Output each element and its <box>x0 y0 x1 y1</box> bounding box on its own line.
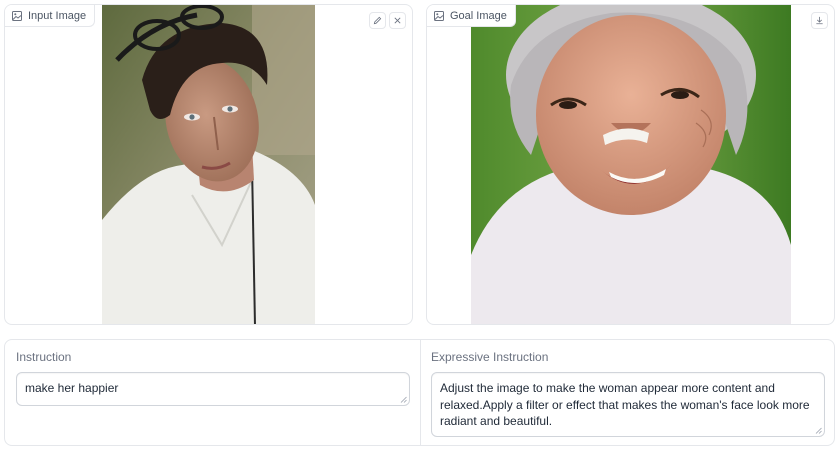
input-image-panel: Input Image <box>4 4 413 325</box>
instruction-label: Instruction <box>16 350 72 364</box>
edit-button[interactable] <box>369 12 386 29</box>
input-image-graphic <box>102 5 315 324</box>
expressive-instruction-label: Expressive Instruction <box>431 350 549 364</box>
image-icon <box>12 10 22 21</box>
close-icon <box>394 17 401 24</box>
instruction-textarea[interactable]: make her happier <box>16 372 410 406</box>
goal-image <box>471 5 791 324</box>
goal-image-label-text: Goal Image <box>450 9 507 22</box>
goal-image-graphic <box>471 5 791 324</box>
image-icon <box>434 10 444 21</box>
expressive-instruction-textarea[interactable]: Adjust the image to make the woman appea… <box>431 372 825 437</box>
input-image-label-text: Input Image <box>28 9 87 22</box>
input-image-label: Input Image <box>5 5 96 27</box>
pencil-icon <box>373 16 382 25</box>
instructions-panel: Instruction make her happier Expressive … <box>4 339 835 446</box>
goal-image-label: Goal Image <box>427 5 516 27</box>
divider <box>420 340 421 445</box>
goal-image-panel: Goal Image <box>426 4 835 325</box>
input-image <box>102 5 315 324</box>
download-icon <box>816 16 823 25</box>
clear-button[interactable] <box>389 12 406 29</box>
resize-handle-icon[interactable] <box>815 427 822 434</box>
download-button[interactable] <box>811 12 828 29</box>
resize-handle-icon[interactable] <box>400 396 407 403</box>
